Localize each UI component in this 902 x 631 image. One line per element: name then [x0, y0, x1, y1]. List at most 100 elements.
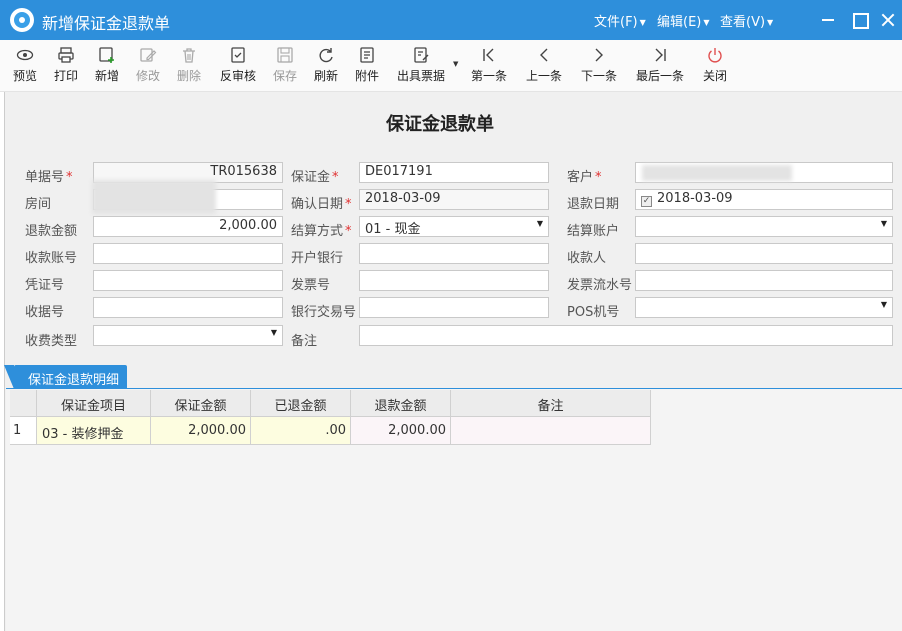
- settle-method-label: 结算方式 *: [291, 220, 352, 239]
- minimize-button[interactable]: [817, 8, 841, 32]
- refund-date-checkbox[interactable]: ✓: [641, 196, 652, 207]
- app-logo-icon: [10, 8, 34, 32]
- pos-no-select[interactable]: ▼: [635, 297, 893, 318]
- table-cell-refunded[interactable]: .00: [251, 417, 351, 445]
- payee-field[interactable]: [635, 243, 893, 264]
- print-button[interactable]: 打印: [52, 46, 80, 84]
- last-record-label: 最后一条: [635, 69, 684, 83]
- first-record-button[interactable]: 第一条: [469, 46, 509, 84]
- unaudit-label: 反审核: [219, 69, 256, 83]
- invoice-serial-field[interactable]: [635, 270, 893, 291]
- pencil-icon: [140, 48, 157, 62]
- bank-field[interactable]: [359, 243, 549, 264]
- maximize-button[interactable]: [848, 8, 872, 32]
- menu-file[interactable]: 文件(F) ▼: [594, 11, 646, 30]
- remark-label: 备注: [291, 334, 318, 349]
- add-document-icon: [99, 47, 114, 63]
- next-record-label: 下一条: [580, 69, 617, 83]
- menu-view-label: 查看(V): [720, 15, 766, 30]
- save-disk-icon: [277, 47, 293, 63]
- save-button[interactable]: 保存: [271, 46, 299, 84]
- last-record-button[interactable]: 最后一条: [634, 46, 686, 84]
- required-mark: *: [66, 170, 73, 185]
- fee-type-select[interactable]: ▼: [93, 325, 283, 346]
- dropdown-arrow-icon: ▼: [880, 219, 887, 228]
- receipt-no-label: 收据号: [25, 305, 65, 320]
- receive-account-field[interactable]: [93, 243, 283, 264]
- confirm-date-label: 确认日期 *: [291, 193, 352, 212]
- deposit-field[interactable]: DE017191: [359, 162, 549, 183]
- room-label: 房间: [25, 197, 52, 212]
- receipt-no-field[interactable]: [93, 297, 283, 318]
- customer-label-text: 客户: [567, 170, 594, 185]
- save-label: 保存: [272, 69, 297, 83]
- issue-invoice-button[interactable]: 出具票据: [394, 46, 448, 84]
- column-header-remark[interactable]: 备注: [451, 390, 651, 417]
- audit-clipboard-icon: [231, 47, 245, 63]
- receive-account-label: 收款账号: [25, 251, 78, 266]
- invoice-icon: [414, 47, 429, 63]
- confirm-date-label-text: 确认日期: [291, 197, 344, 212]
- refresh-button[interactable]: 刷新: [312, 46, 340, 84]
- settle-account-select[interactable]: ▼: [635, 216, 893, 237]
- settle-method-select[interactable]: 01 - 现金 ▼: [359, 216, 549, 237]
- menu-edit[interactable]: 编辑(E) ▼: [657, 11, 710, 30]
- row-number: 1: [10, 417, 37, 445]
- invoice-no-field[interactable]: [359, 270, 549, 291]
- toolbar: 预览 打印 新增 修改 删除 反审核 保存 刷新 附件 出具票据 ▼ 第一条 上…: [0, 40, 902, 92]
- attachment-icon: [360, 47, 374, 63]
- refund-date-field[interactable]: ✓ 2018-03-09: [635, 189, 893, 210]
- deposit-label: 保证金 *: [291, 166, 339, 185]
- power-icon: [708, 48, 722, 63]
- invoice-serial-label: 发票流水号: [567, 278, 633, 293]
- voucher-no-field[interactable]: [93, 270, 283, 291]
- last-record-icon: [655, 48, 666, 62]
- new-button[interactable]: 新增: [93, 46, 121, 84]
- window-title: 新增保证金退款单: [42, 14, 171, 33]
- close-label: 关闭: [702, 69, 727, 83]
- delete-button[interactable]: 删除: [175, 46, 203, 84]
- bank-txn-no-label: 银行交易号: [291, 305, 357, 320]
- table-cell-item[interactable]: 03 - 装修押金: [37, 417, 151, 445]
- issue-invoice-label: 出具票据: [396, 69, 445, 83]
- confirm-date-field[interactable]: 2018-03-09: [359, 189, 549, 210]
- dropdown-arrow-icon: ▼: [270, 328, 277, 337]
- refund-date-label: 退款日期: [567, 197, 620, 212]
- required-mark: *: [345, 197, 352, 212]
- customer-label: 客户 *: [567, 166, 602, 185]
- column-header-amount[interactable]: 保证金额: [151, 390, 251, 417]
- attachment-button[interactable]: 附件: [353, 46, 381, 84]
- close-button[interactable]: 关闭: [701, 46, 729, 84]
- settle-account-label: 结算账户: [567, 224, 620, 239]
- required-mark: *: [345, 224, 352, 239]
- column-header-refunded[interactable]: 已退金额: [251, 390, 351, 417]
- table-cell-amount[interactable]: 2,000.00: [151, 417, 251, 445]
- printer-icon: [58, 47, 74, 63]
- eye-icon: [16, 49, 34, 61]
- table-cell-remark[interactable]: [451, 417, 651, 445]
- table-cell-refund[interactable]: 2,000.00: [351, 417, 451, 445]
- issue-invoice-dropdown-icon[interactable]: ▼: [453, 60, 458, 68]
- chevron-down-icon: ▼: [703, 18, 710, 27]
- tab-deposit-refund-detail[interactable]: 保证金退款明细: [3, 365, 128, 389]
- required-mark: *: [595, 170, 602, 185]
- refund-amount-field[interactable]: 2,000.00: [93, 216, 283, 237]
- remark-field[interactable]: [359, 325, 893, 346]
- bank-txn-no-field[interactable]: [359, 297, 549, 318]
- menu-view[interactable]: 查看(V) ▼: [720, 11, 773, 30]
- first-record-label: 第一条: [470, 69, 507, 83]
- column-header-refund[interactable]: 退款金额: [351, 390, 451, 417]
- chevron-left-icon: [540, 48, 548, 62]
- prev-record-button[interactable]: 上一条: [524, 46, 564, 84]
- unaudit-button[interactable]: 反审核: [218, 46, 258, 84]
- new-label: 新增: [94, 69, 119, 83]
- preview-button[interactable]: 预览: [11, 46, 39, 84]
- refresh-icon: [319, 48, 333, 63]
- edit-button[interactable]: 修改: [134, 46, 162, 84]
- next-record-button[interactable]: 下一条: [579, 46, 619, 84]
- voucher-no-label: 凭证号: [25, 278, 65, 293]
- close-window-button[interactable]: [876, 8, 900, 32]
- column-header-item[interactable]: 保证金项目: [37, 390, 151, 417]
- doc-no-label: 单据号 *: [25, 166, 73, 185]
- menu-edit-label: 编辑(E): [657, 15, 702, 30]
